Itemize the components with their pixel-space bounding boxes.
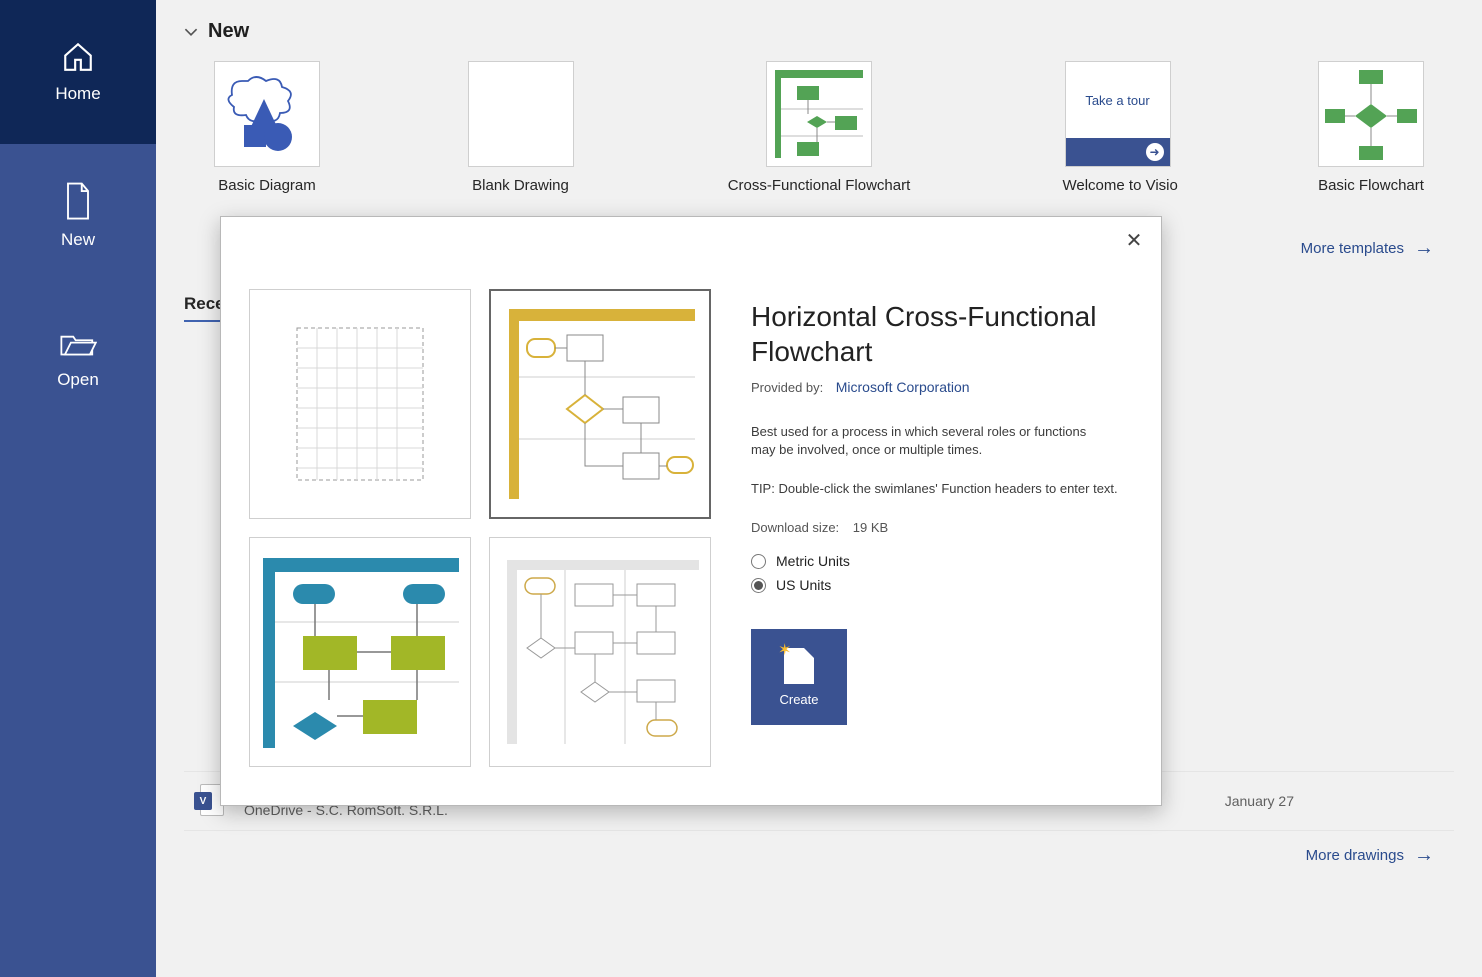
template-cross-functional[interactable]: Cross-Functional Flowchart <box>719 61 919 194</box>
more-drawings-label: More drawings <box>1306 847 1404 864</box>
template-thumb <box>468 61 574 167</box>
file-date: January 27 <box>1225 793 1444 809</box>
provided-by-name[interactable]: Microsoft Corporation <box>836 379 970 395</box>
sidebar-label-open: Open <box>57 370 99 390</box>
radio-icon <box>751 554 766 569</box>
variant-grid <box>221 217 731 805</box>
template-label: Basic Diagram <box>212 177 322 194</box>
home-icon <box>61 40 95 74</box>
radio-metric-units[interactable]: Metric Units <box>751 553 1121 569</box>
new-section-header[interactable]: New <box>184 20 1454 43</box>
modal-title: Horizontal Cross-Functional Flowchart <box>751 299 1121 369</box>
template-blank-drawing[interactable]: Blank Drawing <box>466 61 576 194</box>
units-radio-group: Metric Units US Units <box>751 553 1121 593</box>
template-label: Basic Flowchart <box>1316 177 1426 194</box>
sidebar-label-new: New <box>61 230 95 250</box>
close-button[interactable]: ✕ <box>1121 227 1147 253</box>
sidebar-label-home: Home <box>55 84 100 104</box>
arrow-right-icon: → <box>1414 845 1434 865</box>
template-thumb <box>1318 61 1424 167</box>
radio-us-units[interactable]: US Units <box>751 577 1121 593</box>
download-size-value: 19 KB <box>853 520 888 535</box>
variant-option-2[interactable] <box>489 289 711 519</box>
modal-tip: TIP: Double-click the swimlanes' Functio… <box>751 481 1121 496</box>
welcome-text: Take a tour <box>1066 62 1170 138</box>
arrow-right-icon: → <box>1414 238 1434 258</box>
template-basic-diagram[interactable]: Basic Diagram <box>212 61 322 194</box>
template-basic-flowchart[interactable]: Basic Flowchart <box>1316 61 1426 194</box>
new-document-icon <box>784 648 814 684</box>
document-icon <box>63 182 93 220</box>
template-thumb: Take a tour ➜ <box>1065 61 1171 167</box>
left-sidebar: Home New Open <box>0 0 156 977</box>
template-welcome-visio[interactable]: Take a tour ➜ Welcome to Visio <box>1063 61 1173 194</box>
create-button[interactable]: Create <box>751 629 847 725</box>
provided-by-label: Provided by: <box>751 380 823 395</box>
arrow-circle-icon: ➜ <box>1146 143 1164 161</box>
template-label: Cross-Functional Flowchart <box>719 177 919 194</box>
template-thumb <box>766 61 872 167</box>
more-drawings-link[interactable]: More drawings → <box>1306 845 1434 865</box>
template-thumb <box>214 61 320 167</box>
folder-open-icon <box>59 330 97 360</box>
more-templates-label: More templates <box>1301 240 1404 257</box>
sidebar-item-home[interactable]: Home <box>0 0 156 144</box>
modal-details: Horizontal Cross-Functional Flowchart Pr… <box>731 217 1161 805</box>
download-size-label: Download size: <box>751 520 839 535</box>
section-title-new: New <box>208 20 249 43</box>
template-details-modal: ✕ <box>220 216 1162 806</box>
variant-option-3[interactable] <box>249 537 471 767</box>
variant-option-1[interactable] <box>249 289 471 519</box>
close-icon: ✕ <box>1126 228 1143 253</box>
template-label: Blank Drawing <box>466 177 576 194</box>
variant-option-4[interactable] <box>489 537 711 767</box>
modal-description: Best used for a process in which several… <box>751 423 1091 459</box>
radio-label-metric: Metric Units <box>776 553 850 569</box>
sidebar-item-open[interactable]: Open <box>0 288 156 432</box>
more-templates-link[interactable]: More templates → <box>1301 238 1434 258</box>
sidebar-item-new[interactable]: New <box>0 144 156 288</box>
create-label: Create <box>779 692 818 707</box>
templates-row: Basic Diagram Blank Drawing <box>184 61 1454 194</box>
radio-label-us: US Units <box>776 577 831 593</box>
chevron-down-icon <box>184 25 198 39</box>
template-label: Welcome to Visio <box>1063 177 1173 194</box>
radio-icon <box>751 578 766 593</box>
